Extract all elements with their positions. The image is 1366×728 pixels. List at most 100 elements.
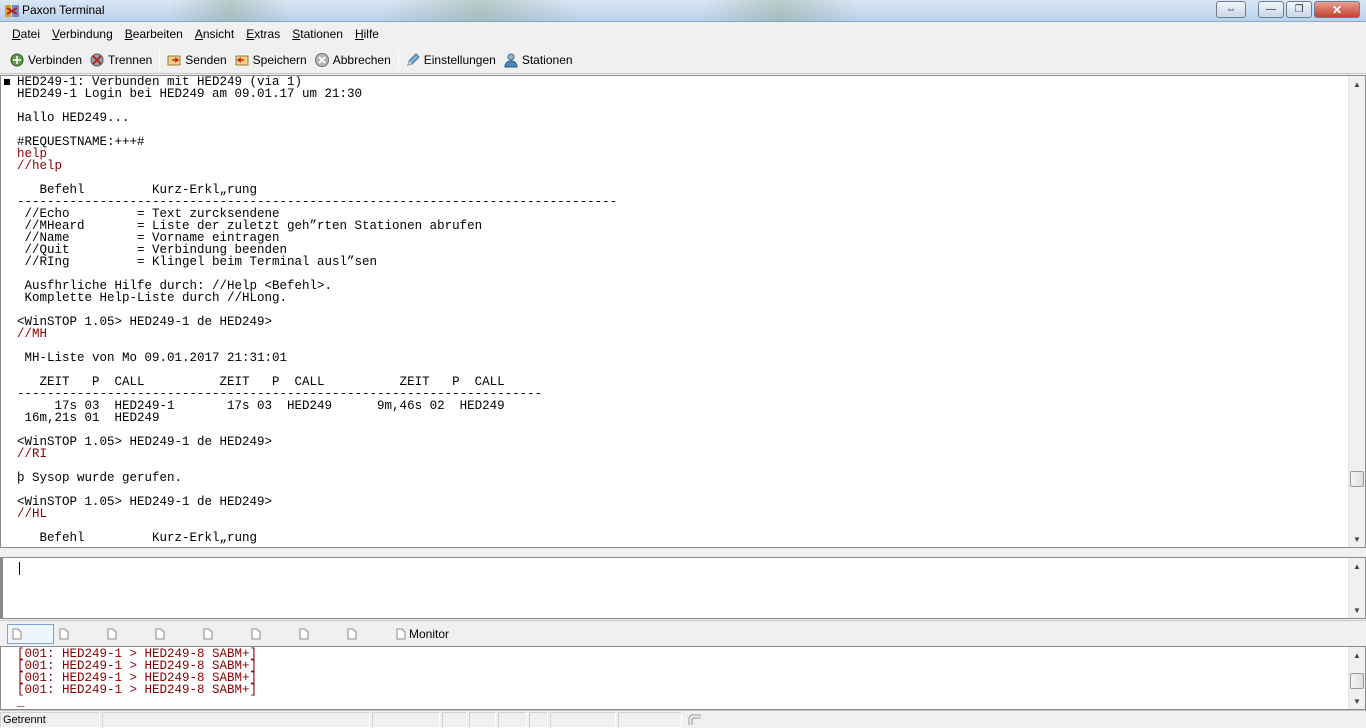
text-caret — [19, 562, 20, 575]
terminal-line: <WinSTOP 1.05> HED249-1 de HED249> — [17, 315, 273, 329]
terminal-scrollbar[interactable]: ▲ ▼ — [1348, 76, 1365, 547]
menu-ansicht[interactable]: Ansicht — [189, 24, 240, 44]
menu-stationen[interactable]: Stationen — [286, 24, 349, 44]
user-icon — [504, 53, 518, 67]
document-icon — [59, 628, 69, 640]
scroll-down-arrow-icon[interactable]: ▼ — [1349, 693, 1365, 709]
scrollbar-thumb[interactable] — [1350, 471, 1364, 487]
stations-button[interactable]: Stationen — [500, 48, 577, 72]
document-icon — [107, 628, 117, 640]
menu-datei[interactable]: Datei — [6, 24, 46, 44]
send-label: Senden — [185, 52, 227, 67]
document-icon — [155, 628, 165, 640]
document-icon — [299, 628, 309, 640]
status-panel — [618, 712, 682, 728]
scroll-up-arrow-icon[interactable]: ▲ — [1349, 558, 1365, 574]
channel-tab-7[interactable] — [299, 624, 309, 644]
save-label: Speichern — [252, 52, 307, 67]
channel-tab-2[interactable] — [59, 624, 69, 644]
channel-tab-5[interactable] — [203, 624, 213, 644]
input-scrollbar[interactable]: ▲ ▼ — [1348, 558, 1365, 618]
size-grip-icon[interactable] — [688, 714, 702, 726]
terminal-line: help — [17, 147, 48, 161]
connect-label: Verbinden — [28, 52, 83, 67]
toolbar: Verbinden Trennen Senden Speichern Abbre… — [0, 46, 1366, 74]
terminal-line: //help — [17, 159, 63, 173]
channel-tab-6[interactable] — [251, 624, 261, 644]
channel-tab-1[interactable] — [7, 624, 54, 644]
settings-button[interactable]: Einstellungen — [402, 48, 500, 72]
status-panel — [498, 712, 527, 728]
scroll-down-arrow-icon[interactable]: ▼ — [1349, 602, 1365, 618]
monitor-line: _ — [17, 695, 25, 709]
scroll-up-arrow-icon[interactable]: ▲ — [1349, 76, 1365, 92]
document-icon — [203, 628, 213, 640]
terminal-line: 16m,21s 01 HED249 — [17, 411, 160, 425]
monitor-lines: [001: HED249-1 > HED249-8 SABM+] [001: HE… — [17, 648, 258, 709]
status-panel — [469, 712, 496, 728]
terminal-line: Hallo HED249... — [17, 111, 130, 125]
send-button[interactable]: Senden — [163, 48, 230, 72]
paxon-app-icon[interactable] — [4, 3, 20, 19]
tab-monitor[interactable]: Monitor — [396, 624, 449, 644]
pane-splitter[interactable] — [0, 548, 1366, 557]
scrollbar-thumb[interactable] — [1350, 673, 1364, 689]
channel-tab-4[interactable] — [155, 624, 165, 644]
terminal-line: <WinSTOP 1.05> HED249-1 de HED249> — [17, 495, 273, 509]
document-icon — [12, 628, 22, 640]
menu-bearbeiten[interactable]: Bearbeiten — [119, 24, 189, 44]
settings-label: Einstellungen — [423, 52, 496, 67]
paxon-terminal-window: Paxon Terminal ⇔ — ❐ ✕ Datei Verbindung … — [0, 0, 1366, 728]
document-icon — [251, 628, 261, 640]
terminal-line: MH-Liste von Mo 09.01.2017 21:31:01 — [17, 351, 288, 365]
title-bar-decoration — [380, 0, 580, 22]
menu-bar: Datei Verbindung Bearbeiten Ansicht Extr… — [0, 23, 1366, 45]
abort-label: Abbrechen — [332, 52, 391, 67]
terminal-line: //MH — [17, 327, 48, 341]
monitor-output[interactable]: [001: HED249-1 > HED249-8 SABM+] [001: HE… — [0, 646, 1366, 710]
terminal-line: Komplette Help-Liste durch //HLong. — [17, 291, 288, 305]
channel-tab-8[interactable] — [347, 624, 357, 644]
window-title: Paxon Terminal — [22, 3, 105, 17]
scroll-up-arrow-icon[interactable]: ▲ — [1349, 647, 1365, 663]
monitor-line: [001: HED249-1 > HED249-8 SABM+] — [17, 683, 258, 697]
save-icon — [235, 55, 249, 65]
line-marker — [4, 79, 10, 85]
save-button[interactable]: Speichern — [231, 48, 311, 72]
restore-arrows-icon[interactable]: ⇔ — [1216, 1, 1246, 18]
title-bar-decoration — [700, 0, 860, 22]
status-bar: Getrennt — [0, 710, 1366, 728]
title-bar-decoration — [170, 0, 290, 22]
terminal-output[interactable]: HED249-1: Verbunden mit HED249 (via 1) HE… — [0, 75, 1366, 548]
scroll-down-arrow-icon[interactable]: ▼ — [1349, 531, 1365, 547]
abort-button[interactable]: Abbrechen — [311, 48, 395, 72]
title-bar[interactable]: Paxon Terminal ⇔ — ❐ ✕ — [0, 0, 1366, 22]
menu-extras[interactable]: Extras — [240, 24, 286, 44]
minimize-button[interactable]: — — [1258, 1, 1284, 18]
disconnect-button[interactable]: Trennen — [86, 48, 156, 72]
terminal-input[interactable]: ▲ ▼ — [0, 557, 1366, 619]
send-icon — [167, 55, 181, 65]
terminal-line: //HL — [17, 507, 48, 521]
channel-tab-3[interactable] — [107, 624, 117, 644]
close-button[interactable]: ✕ — [1314, 1, 1360, 18]
terminal-line: þ Sysop wurde gerufen. — [17, 471, 183, 485]
abort-icon — [314, 52, 329, 67]
disconnect-label: Trennen — [108, 52, 153, 67]
document-icon — [396, 628, 406, 640]
terminal-line: HED249-1 Login bei HED249 am 09.01.17 um… — [17, 87, 363, 101]
connect-icon — [10, 53, 24, 66]
channel-tab-bar: Monitor — [0, 620, 1366, 645]
monitor-scrollbar[interactable]: ▲ ▼ — [1348, 647, 1365, 709]
status-panel — [372, 712, 440, 728]
stations-label: Stationen — [521, 52, 573, 67]
maximize-button[interactable]: ❐ — [1286, 1, 1312, 18]
terminal-line: //RIng = Klingel beim Terminal ausl”sen — [17, 255, 378, 269]
menu-hilfe[interactable]: Hilfe — [349, 24, 385, 44]
tab-monitor-label: Monitor — [409, 627, 450, 641]
status-panel — [442, 712, 467, 728]
status-panel — [102, 712, 370, 728]
status-panel — [550, 712, 616, 728]
menu-verbindung[interactable]: Verbindung — [46, 24, 119, 44]
connect-button[interactable]: Verbinden — [6, 48, 86, 72]
